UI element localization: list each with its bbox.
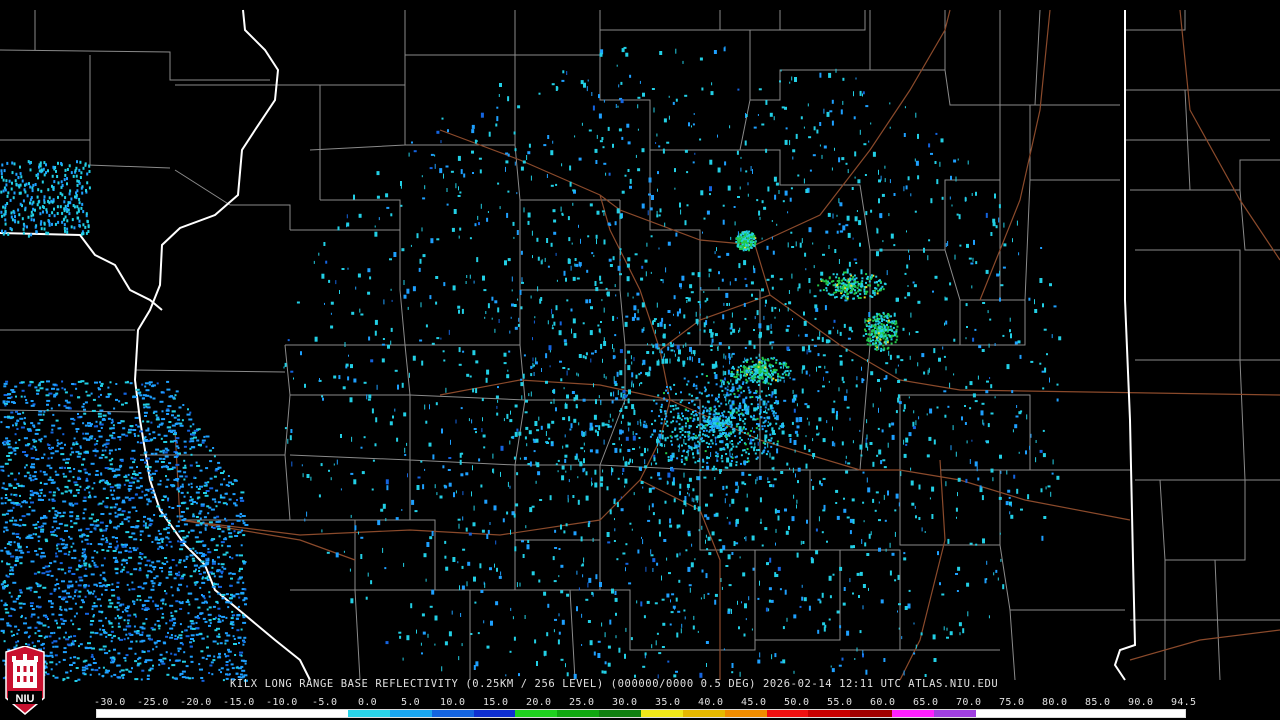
colorbar-segment bbox=[850, 710, 893, 717]
scale-label: 60.0 bbox=[870, 697, 896, 708]
scale-label: 94.5 bbox=[1171, 697, 1197, 708]
colorbar-segment bbox=[138, 710, 181, 717]
colorbar-segment bbox=[264, 710, 307, 717]
colorbar-segment bbox=[808, 710, 851, 717]
colorbar-segment bbox=[515, 710, 558, 717]
scale-label: 5.0 bbox=[401, 697, 420, 708]
scale-label: 50.0 bbox=[784, 697, 810, 708]
colorbar-segment bbox=[599, 710, 641, 717]
scale-label: -25.0 bbox=[137, 697, 169, 708]
colorbar-segment bbox=[1059, 710, 1102, 717]
colorbar-segment bbox=[97, 710, 139, 717]
scale-label: 40.0 bbox=[698, 697, 724, 708]
colorbar-segment bbox=[724, 710, 767, 717]
colorbar-segment bbox=[892, 710, 934, 717]
colorbar-segment bbox=[1143, 710, 1185, 717]
colorbar-segment bbox=[1101, 710, 1144, 717]
colorbar-segment bbox=[975, 710, 1018, 717]
scale-label: 25.0 bbox=[569, 697, 595, 708]
scale-label: 70.0 bbox=[956, 697, 982, 708]
radar-map bbox=[0, 0, 1280, 720]
niu-logo: NIU bbox=[5, 646, 45, 715]
scale-label: 45.0 bbox=[741, 697, 767, 708]
scale-label: -5.0 bbox=[312, 697, 338, 708]
colorbar-segment bbox=[180, 710, 223, 717]
reflectivity-colorbar bbox=[96, 709, 1186, 718]
colorbar-segment bbox=[1017, 710, 1060, 717]
scale-label: 0.0 bbox=[358, 697, 377, 708]
scale-label: 35.0 bbox=[655, 697, 681, 708]
colorbar-segment bbox=[640, 710, 683, 717]
scale-label: 75.0 bbox=[999, 697, 1025, 708]
scale-label: 55.0 bbox=[827, 697, 853, 708]
colorbar-segment bbox=[473, 710, 516, 717]
scale-label: 85.0 bbox=[1085, 697, 1111, 708]
scale-label: 10.0 bbox=[440, 697, 466, 708]
logo-text: NIU bbox=[16, 693, 35, 705]
scale-label: -30.0 bbox=[94, 697, 126, 708]
colorbar-segment bbox=[766, 710, 809, 717]
colorbar-segment bbox=[933, 710, 976, 717]
scale-label: -15.0 bbox=[223, 697, 255, 708]
scale-label: 20.0 bbox=[526, 697, 552, 708]
scale-label: 65.0 bbox=[913, 697, 939, 708]
scale-labels: -30.0 -25.0 -20.0 -15.0 -10.0 -5.0 0.0 5… bbox=[94, 697, 1197, 709]
scale-label: 30.0 bbox=[612, 697, 638, 708]
colorbar-segment bbox=[682, 710, 725, 717]
colorbar-segment bbox=[306, 710, 349, 717]
colorbar-segment bbox=[222, 710, 265, 717]
colorbar-segment bbox=[557, 710, 600, 717]
colorbar-segment bbox=[431, 710, 474, 717]
product-caption: KILX LONG RANGE BASE REFLECTIVITY (0.25K… bbox=[230, 678, 999, 690]
scale-label: 80.0 bbox=[1042, 697, 1068, 708]
scale-label: -10.0 bbox=[266, 697, 298, 708]
scale-label: -20.0 bbox=[180, 697, 212, 708]
colorbar-segment bbox=[389, 710, 432, 717]
colorbar-segment bbox=[348, 710, 390, 717]
scale-label: 90.0 bbox=[1128, 697, 1154, 708]
scale-label: 15.0 bbox=[483, 697, 509, 708]
